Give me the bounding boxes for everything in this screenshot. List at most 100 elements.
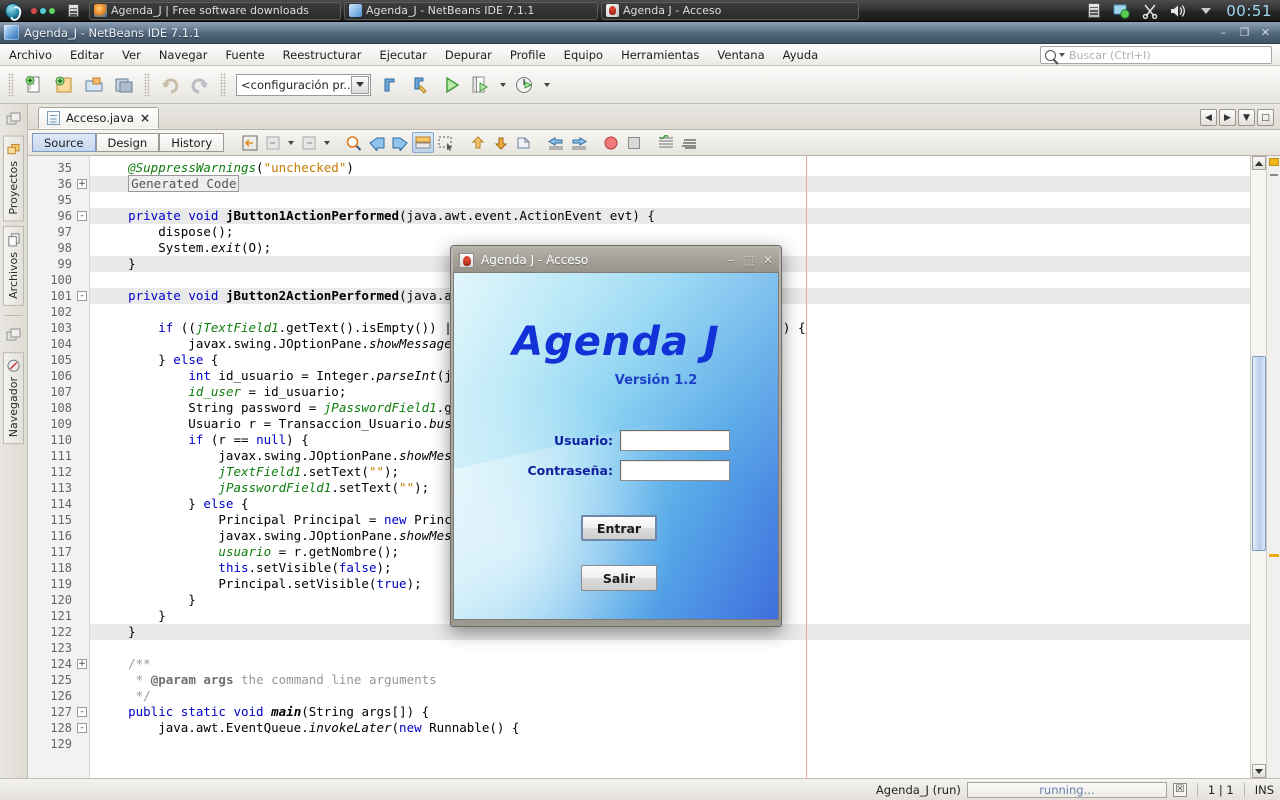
line-number[interactable]: 114	[28, 496, 89, 512]
scrollbar-thumb[interactable]	[1252, 356, 1266, 551]
window-group-icon[interactable]	[6, 112, 22, 128]
previous-bookmark-icon[interactable]	[467, 132, 489, 153]
chevron-down-icon[interactable]	[351, 75, 369, 94]
code-line[interactable]: */	[90, 688, 1250, 704]
line-number[interactable]: 126	[28, 688, 89, 704]
toggle-diff-icon[interactable]	[655, 132, 677, 153]
clipboard-icon[interactable]	[1084, 2, 1104, 20]
prev-tab-icon[interactable]: ◀	[1200, 109, 1217, 126]
build-icon[interactable]	[377, 71, 405, 99]
line-number[interactable]: 105	[28, 352, 89, 368]
search-box[interactable]: Buscar (Ctrl+I)	[1040, 46, 1272, 64]
start-menu-icon[interactable]	[2, 0, 24, 22]
fold-collapse-icon[interactable]: -	[77, 211, 87, 221]
line-number[interactable]: 100	[28, 272, 89, 288]
line-number[interactable]: 122	[28, 624, 89, 640]
menu-item-fuente[interactable]: Fuente	[216, 46, 273, 64]
line-number[interactable]: 35	[28, 160, 89, 176]
line-number[interactable]: 124 +	[28, 656, 89, 672]
clock[interactable]: 00:51	[1222, 2, 1280, 20]
menu-item-herramientas[interactable]: Herramientas	[612, 46, 708, 64]
minimize-button[interactable]: –	[1215, 25, 1232, 39]
line-number[interactable]: 110	[28, 432, 89, 448]
chevron-down-icon[interactable]	[1059, 53, 1065, 57]
project-configuration-combo[interactable]: <configuración pr...	[236, 73, 371, 96]
dialog-minimize-button[interactable]: –	[728, 253, 734, 267]
tab-history[interactable]: History	[159, 133, 225, 152]
code-line[interactable]: /**	[90, 656, 1250, 672]
toggle-bookmark-icon[interactable]	[513, 132, 535, 153]
code-line[interactable]: java.awt.EventQueue.invokeLater(new Runn…	[90, 720, 1250, 736]
task-button-browser[interactable]: Agenda_J | Free software downloads	[89, 1, 341, 20]
line-number[interactable]: 101-	[28, 288, 89, 304]
save-all-icon[interactable]	[110, 71, 138, 99]
scroll-up-button[interactable]	[1252, 156, 1266, 170]
code-line[interactable]: dispose();	[90, 224, 1250, 240]
menu-item-ventana[interactable]: Ventana	[708, 46, 773, 64]
workspace-switcher[interactable]	[26, 7, 60, 14]
close-button[interactable]: ✕	[1257, 25, 1274, 39]
progress-bar[interactable]: running...	[966, 781, 1167, 798]
file-manager-icon[interactable]	[64, 2, 82, 20]
code-line[interactable]: Generated Code	[90, 175, 1250, 192]
line-number[interactable]: 121	[28, 608, 89, 624]
line-number[interactable]: 120	[28, 592, 89, 608]
maximize-button[interactable]: ❐	[1236, 25, 1253, 39]
code-line[interactable]: @SuppressWarnings("unchecked")	[90, 160, 1250, 176]
line-number[interactable]: 115	[28, 512, 89, 528]
sidebar-item-proyectos[interactable]: Proyectos	[3, 136, 24, 222]
entrar-button[interactable]: Entrar	[581, 515, 657, 541]
run-icon[interactable]	[437, 71, 465, 99]
line-number[interactable]: 96-	[28, 208, 89, 224]
find-selection-icon[interactable]	[343, 132, 365, 153]
line-number[interactable]: 117	[28, 544, 89, 560]
line-number[interactable]: 95	[28, 192, 89, 208]
tab-list-icon[interactable]: ▼	[1238, 109, 1255, 126]
clean-build-icon[interactable]	[407, 71, 435, 99]
fold-collapse-icon[interactable]: -	[77, 291, 87, 301]
menu-item-navegar[interactable]: Navegar	[150, 46, 217, 64]
line-number[interactable]: 107	[28, 384, 89, 400]
line-number[interactable]: 118	[28, 560, 89, 576]
last-edit-icon[interactable]	[239, 132, 261, 153]
chevron-down-icon[interactable]	[288, 140, 295, 145]
chevron-down-icon[interactable]	[544, 82, 550, 87]
line-number[interactable]: 106	[28, 368, 89, 384]
window-group-icon[interactable]	[6, 328, 22, 344]
dialog-maximize-button[interactable]: ⬚	[743, 253, 754, 267]
menu-item-reestructurar[interactable]: Reestructurar	[274, 46, 371, 64]
annotation-mark-occurrence[interactable]	[1269, 554, 1279, 557]
line-number[interactable]: 103	[28, 320, 89, 336]
stop-macro-recording-icon[interactable]	[623, 132, 645, 153]
dialog-title-bar[interactable]: Agenda J - Acceso – ⬚ ✕	[453, 248, 779, 272]
editor-scrollbar-vertical[interactable]	[1250, 156, 1266, 778]
menu-item-archivo[interactable]: Archivo	[0, 46, 61, 64]
line-number[interactable]: 108	[28, 400, 89, 416]
redo-icon[interactable]	[186, 71, 214, 99]
line-number[interactable]: 109	[28, 416, 89, 432]
fold-collapse-icon[interactable]: -	[77, 723, 87, 733]
find-previous-icon[interactable]	[366, 132, 388, 153]
task-button-agendaj[interactable]: Agenda J - Acceso	[601, 1, 859, 20]
task-button-netbeans[interactable]: Agenda_J - NetBeans IDE 7.1.1	[344, 1, 598, 20]
code-line[interactable]: * @param args the command line arguments	[90, 672, 1250, 688]
menu-item-ver[interactable]: Ver	[113, 46, 150, 64]
new-file-icon[interactable]	[20, 71, 48, 99]
profile-icon[interactable]	[511, 71, 539, 99]
find-next-icon[interactable]	[389, 132, 411, 153]
line-number[interactable]: 116	[28, 528, 89, 544]
annotation-mark-warning[interactable]	[1269, 158, 1279, 166]
line-number[interactable]: 112	[28, 464, 89, 480]
code-line[interactable]: public static void main(String args[]) {	[90, 704, 1250, 720]
scroll-down-button[interactable]	[1252, 764, 1266, 778]
chevron-down-icon[interactable]	[1196, 2, 1216, 20]
shift-right-icon[interactable]	[568, 132, 590, 153]
toolbar-grip[interactable]	[8, 72, 14, 97]
toolbar-grip[interactable]	[144, 72, 150, 97]
sidebar-item-archivos[interactable]: Archivos	[3, 225, 24, 306]
chevron-down-icon[interactable]	[500, 82, 506, 87]
fold-expand-icon[interactable]: +	[77, 659, 87, 669]
back-icon[interactable]	[262, 132, 284, 153]
code-line[interactable]: private void jButton1ActionPerformed(jav…	[90, 208, 1250, 224]
code-line[interactable]	[90, 736, 1250, 752]
